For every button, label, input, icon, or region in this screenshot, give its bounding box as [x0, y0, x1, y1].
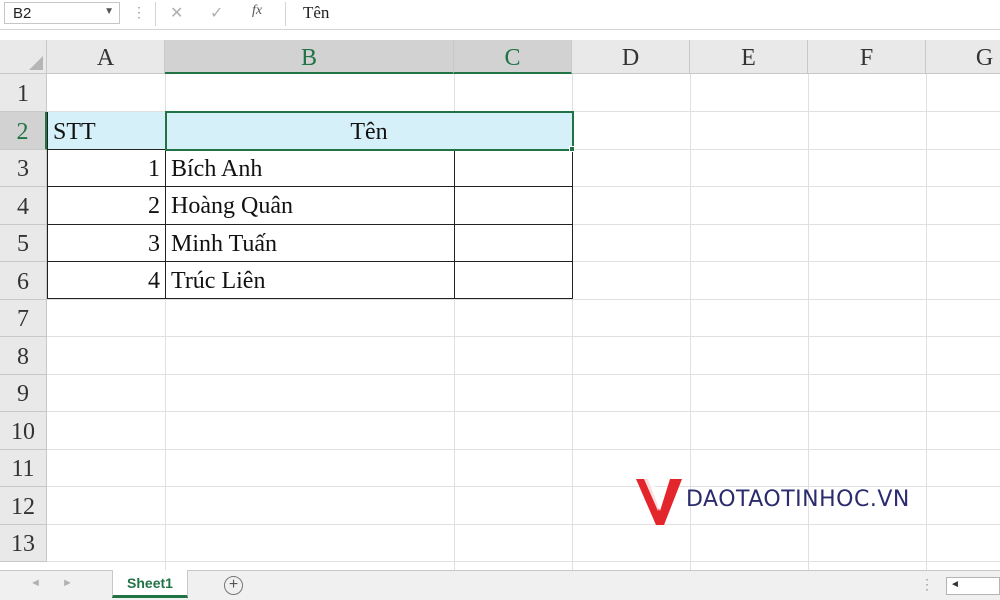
column-header-f[interactable]: F	[808, 40, 926, 74]
cell-a6[interactable]: 4	[48, 262, 165, 298]
row-header-11[interactable]: 11	[0, 450, 47, 487]
name-box-value: B2	[13, 5, 32, 22]
drag-handle-icon[interactable]: ⋮	[132, 4, 146, 21]
selection-outline	[165, 111, 574, 151]
cell-a2[interactable]: STT	[48, 113, 164, 149]
chevron-down-icon[interactable]: ▼	[104, 6, 114, 17]
row-header-8[interactable]: 8	[0, 337, 47, 375]
row-header-13[interactable]: 13	[0, 525, 47, 562]
formula-input[interactable]: Tên	[285, 2, 1000, 26]
insert-function-icon[interactable]: fx	[252, 3, 262, 19]
column-header-b[interactable]: B	[165, 40, 454, 74]
previous-sheet-icon[interactable]: ◄	[30, 577, 41, 589]
gridline	[47, 449, 1000, 450]
column-header-a[interactable]: A	[47, 40, 165, 74]
cell-b3[interactable]: Bích Anh	[166, 150, 454, 186]
row-header-9[interactable]: 9	[0, 375, 47, 412]
gridline	[47, 561, 1000, 562]
formula-bar: B2 ▼ ⋮ ✕ ✓ fx Tên	[0, 0, 1000, 30]
cell-b6[interactable]: Trúc Liên	[166, 262, 454, 298]
row-header-6[interactable]: 6	[0, 262, 47, 300]
horizontal-scrollbar[interactable]: ◄	[946, 577, 1000, 595]
select-all-icon	[29, 56, 43, 70]
select-all-button[interactable]	[0, 40, 47, 74]
gridline	[47, 299, 1000, 300]
logo-v-icon	[636, 479, 682, 525]
gridline	[47, 336, 1000, 337]
row-header-3[interactable]: 3	[0, 150, 47, 187]
cell-a3[interactable]: 1	[48, 150, 165, 186]
column-header-c[interactable]: C	[454, 40, 572, 74]
row-header-2[interactable]: 2	[0, 112, 47, 150]
add-sheet-icon[interactable]: +	[224, 576, 243, 595]
enter-icon[interactable]: ✓	[210, 3, 223, 23]
scroll-left-icon[interactable]: ◄	[950, 579, 960, 590]
gridline	[47, 411, 1000, 412]
column-header-d[interactable]: D	[572, 40, 690, 74]
divider	[155, 2, 156, 26]
watermark-text: DAOTAOTINHOC.VN	[686, 487, 910, 512]
name-box[interactable]: B2 ▼	[4, 2, 120, 24]
sheet-tab-sheet1[interactable]: Sheet1	[112, 570, 188, 598]
next-sheet-icon[interactable]: ►	[62, 577, 73, 589]
splitter-handle-icon[interactable]: ⋮	[920, 576, 934, 593]
row-header-5[interactable]: 5	[0, 225, 47, 262]
cell-a4[interactable]: 2	[48, 187, 165, 223]
fill-handle[interactable]	[569, 146, 575, 152]
cell-b4[interactable]: Hoàng Quân	[166, 187, 454, 223]
cell-a5[interactable]: 3	[48, 225, 165, 261]
cell-b5[interactable]: Minh Tuấn	[166, 225, 454, 261]
row-header-12[interactable]: 12	[0, 487, 47, 525]
watermark-logo: DAOTAOTINHOC.VN	[634, 475, 934, 529]
cancel-icon[interactable]: ✕	[170, 3, 183, 23]
row-header-1[interactable]: 1	[0, 74, 47, 112]
column-header-g[interactable]: G	[926, 40, 1000, 74]
row-header-7[interactable]: 7	[0, 300, 47, 337]
gridline	[47, 374, 1000, 375]
row-header-10[interactable]: 10	[0, 412, 47, 450]
row-header-4[interactable]: 4	[0, 187, 47, 225]
formula-text: Tên	[303, 3, 330, 22]
sheet-tab-bar: ◄ ► Sheet1 + ⋮ ◄	[0, 570, 1000, 600]
spreadsheet-grid[interactable]: STT Tên 1 Bích Anh 2 Hoàng Quân 3 Minh T…	[0, 40, 1000, 570]
table-border	[47, 298, 573, 299]
column-header-e[interactable]: E	[690, 40, 808, 74]
table-border	[454, 149, 455, 299]
